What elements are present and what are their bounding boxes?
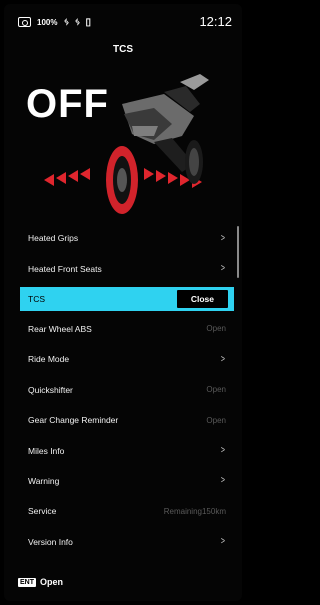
list-item-version-info[interactable]: Version Info > xyxy=(4,527,242,557)
list-item-gear-change-reminder[interactable]: Gear Change Reminder Open xyxy=(4,405,242,435)
chevron-right-icon: > xyxy=(221,263,226,275)
list-item-label: Rear Wheel ABS xyxy=(28,323,92,334)
footer-action-label: Open xyxy=(40,577,64,587)
list-item-service[interactable]: Service Remaining150km xyxy=(4,496,242,526)
list-item-label: Service xyxy=(28,506,57,517)
tcs-close-button[interactable]: Close xyxy=(176,289,228,308)
dashboard-screen: 100% ᛃ ᛃ ▯ 12:12 TCS OFF Heated Grips > … xyxy=(4,4,242,601)
chevron-right-icon: > xyxy=(221,475,226,487)
list-item-value: Open xyxy=(206,324,226,334)
footer-hint: ENT Open xyxy=(18,577,63,587)
phone-icon: ▯ xyxy=(85,16,90,28)
chevron-right-icon: > xyxy=(221,536,226,548)
ent-key-icon: ENT xyxy=(18,577,36,587)
motorcycle xyxy=(106,74,209,214)
settings-list: Heated Grips > Heated Front Seats > TCS … xyxy=(4,223,242,557)
list-item-label: Miles Info xyxy=(28,445,65,456)
status-bar: 100% ᛃ ᛃ ▯ 12:12 xyxy=(4,12,242,32)
list-item-tcs[interactable]: TCS Close xyxy=(20,286,234,311)
rider-icon: ᛃ xyxy=(63,16,69,28)
tcs-state-label: OFF xyxy=(26,82,109,126)
list-item-value: Open xyxy=(206,415,226,425)
list-item-heated-front-seats[interactable]: Heated Front Seats > xyxy=(4,253,242,283)
camera-icon xyxy=(18,17,31,27)
list-item-label: Heated Grips xyxy=(28,233,79,244)
list-item-label: Ride Mode xyxy=(28,354,70,365)
list-item-label: Gear Change Reminder xyxy=(28,415,119,426)
list-item-label: Version Info xyxy=(28,536,73,547)
list-item-ride-mode[interactable]: Ride Mode > xyxy=(4,344,242,374)
page-title: TCS xyxy=(113,44,133,55)
list-item-label: Heated Front Seats xyxy=(28,263,102,274)
list-item-warning[interactable]: Warning > xyxy=(4,466,242,496)
battery-level: 100% xyxy=(37,17,58,27)
list-item-value: Remaining150km xyxy=(163,506,226,516)
list-item-heated-grips[interactable]: Heated Grips > xyxy=(4,223,242,253)
chevron-right-icon: > xyxy=(221,445,226,457)
list-item-rear-wheel-abs[interactable]: Rear Wheel ABS Open xyxy=(4,314,242,344)
chevron-right-icon: > xyxy=(221,353,226,365)
list-item-value: Open xyxy=(206,385,226,395)
scrollbar[interactable] xyxy=(237,226,239,278)
list-item-label: Warning xyxy=(28,475,60,486)
list-item-quickshifter[interactable]: Quickshifter Open xyxy=(4,375,242,405)
list-item-miles-info[interactable]: Miles Info > xyxy=(4,435,242,465)
clock: 12:12 xyxy=(199,14,232,29)
passenger-icon: ᛃ xyxy=(74,16,80,28)
chevron-right-icon: > xyxy=(221,232,226,244)
list-item-label: TCS xyxy=(28,293,45,304)
list-item-label: Quickshifter xyxy=(28,384,73,395)
